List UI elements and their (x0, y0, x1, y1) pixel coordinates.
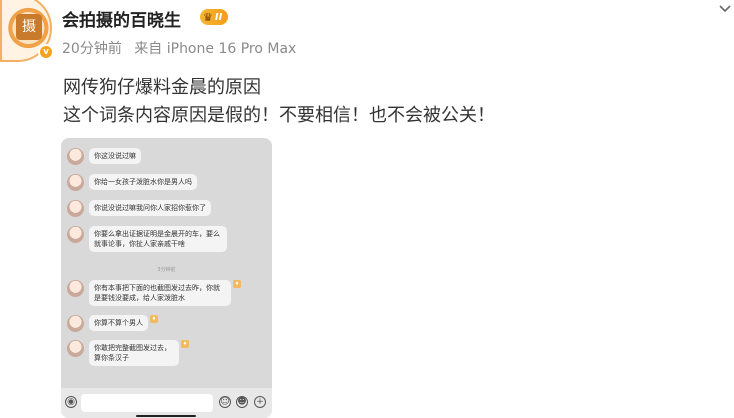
voice-icon: ◉ (65, 396, 77, 408)
post-meta: 20分钟前 来自 iPhone 16 Pro Max (62, 38, 296, 58)
chat-message: 你这没说过嘛 (67, 148, 141, 165)
chat-input-bar: ◉ ☺ ☻ + (61, 388, 272, 418)
chat-message: 你要么拿出证据证明是金晨开的车，要么就事论事，你扯人家亲戚干啥 (67, 226, 227, 252)
author-name[interactable]: 会拍摄的百晓生 (62, 6, 181, 31)
post-source: 来自 iPhone 16 Pro Max (134, 41, 297, 57)
chat-bubble: 你要么拿出证据证明是金晨开的车，要么就事论事，你扯人家亲戚干啥 (89, 226, 227, 252)
home-indicator (136, 415, 196, 417)
chat-bubble: 你敢把完整截图发过去，算你条汉子 (89, 340, 179, 366)
chevron-down-icon[interactable] (718, 2, 732, 16)
chat-avatar (67, 280, 84, 297)
chat-avatar (67, 340, 84, 357)
chat-time-divider: 3分钟前 (157, 267, 176, 273)
sticker-icon: ☻ (236, 396, 248, 408)
avatar[interactable]: 摄 v (0, 0, 54, 64)
post-text-line1: 网传狗仔爆料金晨的原因 (63, 77, 261, 98)
plus-icon: + (254, 396, 266, 408)
chat-bubble: 你算不算个男人 (89, 315, 148, 331)
v-verified-icon: v (38, 44, 54, 60)
chat-bubble: 你这没说过嘛 (89, 148, 141, 164)
chat-message: 你有本事把下面的也截图发过去昨，你就是要钱没要成，给人家泼脏水 ♦ (67, 280, 241, 306)
crown-icon: ♛ (203, 10, 213, 24)
chat-message: 你说没说过嘛我问你人家招你惹你了 (67, 200, 211, 217)
member-level-text: II (214, 11, 223, 23)
chat-avatar (67, 174, 84, 191)
chat-avatar (67, 200, 84, 217)
message-tag-icon: ♦ (233, 280, 241, 288)
message-tag-icon: ♦ (181, 340, 189, 348)
chat-avatar (67, 148, 84, 165)
post-time: 20分钟前 (62, 41, 122, 57)
chat-message: 你给一女孩子泼脏水你是男人吗 (67, 174, 197, 191)
chat-bubble: 你说没说过嘛我问你人家招你惹你了 (89, 200, 211, 216)
chat-avatar (67, 315, 84, 332)
message-tag-icon: ♦ (150, 315, 158, 323)
chat-bubble: 你有本事把下面的也截图发过去昨，你就是要钱没要成，给人家泼脏水 (89, 280, 231, 306)
chat-message: 你算不算个男人 ♦ (67, 315, 158, 332)
chat-message: 你敢把完整截图发过去，算你条汉子 ♦ (67, 340, 189, 366)
member-level-badge[interactable]: ♛ II (200, 9, 229, 25)
chat-input-field (81, 394, 213, 412)
emoji-icon: ☺ (219, 396, 231, 408)
avatar-logo: 摄 (16, 14, 42, 40)
post-image-chat-screenshot[interactable]: 你这没说过嘛 你给一女孩子泼脏水你是男人吗 你说没说过嘛我问你人家招你惹你了 你… (61, 138, 272, 418)
post-text-line2: 这个词条内容原因是假的！不要相信！也不会被公关！ (63, 105, 495, 126)
chat-avatar (67, 226, 84, 243)
chat-bubble: 你给一女孩子泼脏水你是男人吗 (89, 174, 197, 190)
